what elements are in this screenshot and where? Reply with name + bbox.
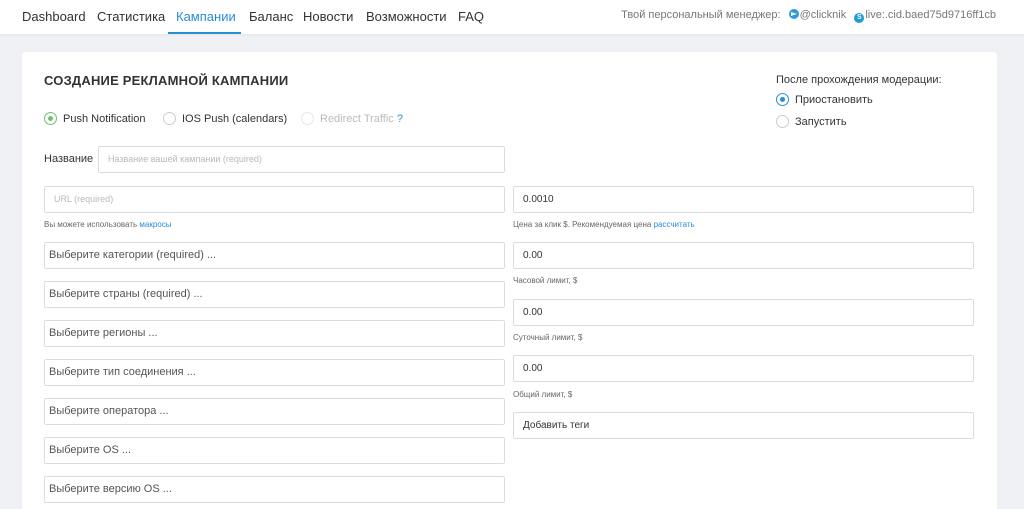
total-limit-help: Общий лимит, $ <box>513 390 573 399</box>
moderation-pause-label: Приостановить <box>795 94 873 106</box>
tags-input[interactable]: Добавить теги <box>513 412 974 439</box>
daily-limit-input[interactable]: 0.00 <box>513 299 974 326</box>
url-help: Вы можете использовать макросы <box>44 220 172 229</box>
top-navigation: Dashboard Статистика Кампании Баланс Нов… <box>0 0 1024 34</box>
regions-select[interactable]: Выберите регионы ... <box>44 320 505 347</box>
nav-faq[interactable]: FAQ <box>458 9 484 24</box>
nav-balance[interactable]: Баланс <box>249 9 293 24</box>
name-label: Название <box>44 153 94 165</box>
radio-circle <box>301 112 314 125</box>
campaign-form-card: СОЗДАНИЕ РЕКЛАМНОЙ КАМПАНИИ Push Notific… <box>22 52 997 509</box>
nav-statistics[interactable]: Статистика <box>97 9 165 24</box>
type-redirect-label: Redirect Traffic <box>320 113 394 125</box>
total-limit-input[interactable]: 0.00 <box>513 355 974 382</box>
radio-circle <box>44 112 57 125</box>
price-input[interactable]: 0.0010 <box>513 186 974 213</box>
operator-select[interactable]: Выберите оператора ... <box>44 398 505 425</box>
hourly-limit-help: Часовой лимит, $ <box>513 276 578 285</box>
price-help: Цена за клик $. Рекомендуемая цена рассч… <box>513 220 695 229</box>
connection-type-select[interactable]: Выберите тип соединения ... <box>44 359 505 386</box>
campaign-name-input[interactable]: Название вашей кампании (required) <box>98 146 505 173</box>
manager-skype-link[interactable]: live:.cid.baed75d9716ff1cb <box>865 9 996 21</box>
nav-dashboard[interactable]: Dashboard <box>22 9 86 24</box>
moderation-run-radio[interactable]: Запустить <box>776 115 847 128</box>
type-ios-push-radio[interactable]: IOS Push (calendars) <box>163 112 287 125</box>
manager-label: Твой персональный менеджер: <box>621 9 781 21</box>
personal-manager: Твой персональный менеджер: @clicknik Sl… <box>621 9 996 23</box>
type-push-label: Push Notification <box>63 113 146 125</box>
nav-features[interactable]: Возможности <box>366 9 447 24</box>
type-ios-push-label: IOS Push (calendars) <box>182 113 288 125</box>
categories-select[interactable]: Выберите категории (required) ... <box>44 242 505 269</box>
redirect-help-link[interactable]: ? <box>397 113 403 125</box>
calculate-price-link[interactable]: рассчитать <box>654 220 695 229</box>
nav-campaigns[interactable]: Кампании <box>176 9 236 24</box>
skype-icon: S <box>854 13 865 23</box>
url-help-text: Вы можете использовать <box>44 220 138 229</box>
daily-limit-help: Суточный лимит, $ <box>513 333 583 342</box>
url-input[interactable]: URL (required) <box>44 186 505 213</box>
os-select[interactable]: Выберите OS ... <box>44 437 505 464</box>
nav-news[interactable]: Новости <box>303 9 353 24</box>
moderation-run-label: Запустить <box>795 116 847 128</box>
price-help-text: Цена за клик $. Рекомендуемая цена <box>513 220 652 229</box>
active-tab-indicator <box>168 32 241 34</box>
radio-circle <box>163 112 176 125</box>
macros-link[interactable]: макросы <box>139 220 171 229</box>
type-push-radio[interactable]: Push Notification <box>44 112 146 125</box>
type-redirect-radio: Redirect Traffic ? <box>301 112 403 125</box>
radio-circle <box>776 115 789 128</box>
telegram-icon <box>788 9 799 19</box>
hourly-limit-input[interactable]: 0.00 <box>513 242 974 269</box>
os-version-select[interactable]: Выберите версию OS ... <box>44 476 505 503</box>
radio-circle <box>776 93 789 106</box>
page-title: СОЗДАНИЕ РЕКЛАМНОЙ КАМПАНИИ <box>44 73 289 88</box>
countries-select[interactable]: Выберите страны (required) ... <box>44 281 505 308</box>
moderation-title: После прохождения модерации: <box>776 74 942 86</box>
moderation-pause-radio[interactable]: Приостановить <box>776 93 873 106</box>
manager-telegram-link[interactable]: @clicknik <box>800 9 847 21</box>
